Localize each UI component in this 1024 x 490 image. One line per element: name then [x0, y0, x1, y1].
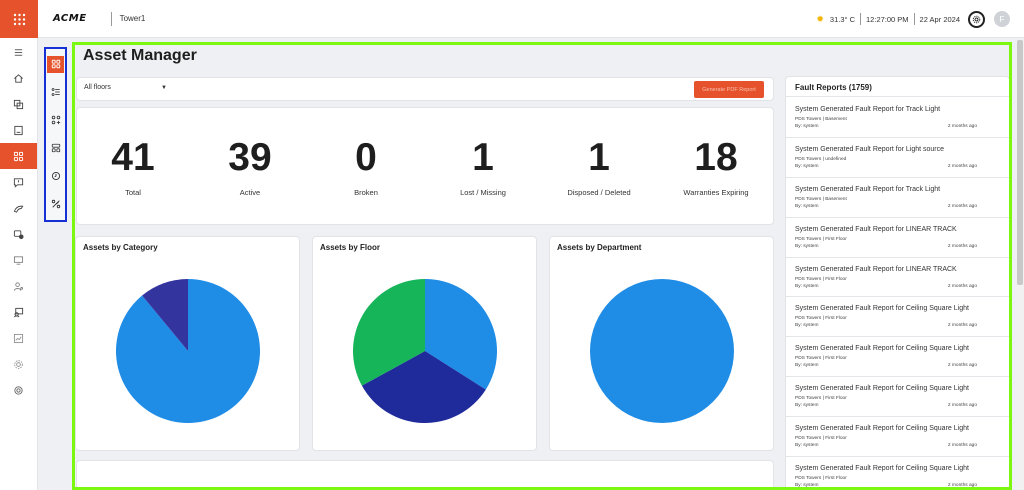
asset-add-icon: [51, 115, 60, 125]
brand-logo: ACME: [53, 13, 87, 24]
page-scrollbar[interactable]: [1016, 40, 1024, 490]
subnav-asset-add[interactable]: [46, 105, 65, 133]
booking-icon: [13, 307, 24, 317]
book-icon: [14, 125, 23, 135]
divider: [860, 13, 862, 25]
sidebar-item-settings[interactable]: [0, 351, 37, 377]
sun-icon: ✹: [816, 13, 824, 24]
sidebar-item-book[interactable]: [0, 117, 37, 143]
grid-icon: [13, 13, 25, 25]
sidebar-item-copy[interactable]: [0, 91, 37, 117]
sidebar-item-tools[interactable]: [0, 195, 37, 221]
subnav-asset-tools[interactable]: [46, 189, 65, 217]
divider: [913, 13, 915, 25]
sidebar-item-booking[interactable]: [0, 299, 37, 325]
fault-report-icon: [13, 177, 24, 188]
sidebar-item-monitor[interactable]: [0, 247, 37, 273]
sidebar-item-home[interactable]: [0, 65, 37, 91]
menu-icon: [14, 48, 23, 56]
subnav-asset-overview[interactable]: [46, 49, 65, 77]
asset-maintenance-icon: [51, 171, 60, 181]
asset-manager-icon: [13, 151, 24, 161]
sidebar-item-visitor[interactable]: [0, 221, 37, 247]
support-icon: [14, 385, 23, 395]
gear-icon: [972, 15, 981, 23]
sidebar-item-users[interactable]: [0, 273, 37, 299]
header-info: ✹ 31.3° C 12:27:00 PM 22 Apr 2024 F: [816, 0, 1010, 38]
tools-icon: [13, 205, 24, 213]
current-date: 22 Apr 2024: [919, 14, 960, 24]
visitor-icon: [13, 229, 24, 239]
sidebar-item-asset-manager[interactable]: [0, 143, 37, 169]
chart-icon: [13, 333, 24, 343]
user-avatar[interactable]: F: [994, 11, 1010, 27]
highlight-frame: [72, 42, 1012, 490]
settings-icon: [14, 359, 23, 369]
asset-tools-icon: [51, 199, 60, 209]
users-icon: [13, 281, 24, 291]
scrollbar-thumb[interactable]: [1017, 40, 1023, 285]
divider: [110, 11, 112, 26]
copy-icon: [13, 99, 24, 109]
monitor-icon: [13, 255, 24, 265]
settings-button[interactable]: [968, 10, 985, 28]
sidebar-item-reports[interactable]: [0, 325, 37, 351]
asset-subnav: [44, 47, 67, 222]
asset-category-icon: [51, 143, 60, 153]
main-sidebar: [0, 0, 38, 490]
home-icon: [14, 73, 23, 83]
subnav-asset-list[interactable]: [46, 77, 65, 105]
site-selector[interactable]: Tower1: [120, 14, 146, 23]
subnav-asset-maintenance[interactable]: [46, 161, 65, 189]
current-time: 12:27:00 PM: [866, 14, 909, 24]
sidebar-item-menu[interactable]: [0, 39, 37, 65]
asset-overview-icon: [51, 59, 60, 69]
temperature: 31.3° C: [829, 14, 856, 24]
sidebar-item-support[interactable]: [0, 377, 37, 403]
asset-list-icon: [51, 88, 60, 96]
app-launcher-button[interactable]: [0, 0, 38, 38]
top-bar: ACME Tower1 ✹ 31.3° C 12:27:00 PM 22 Apr…: [38, 0, 1024, 38]
subnav-asset-category[interactable]: [46, 133, 65, 161]
sidebar-item-fault-report[interactable]: [0, 169, 37, 195]
